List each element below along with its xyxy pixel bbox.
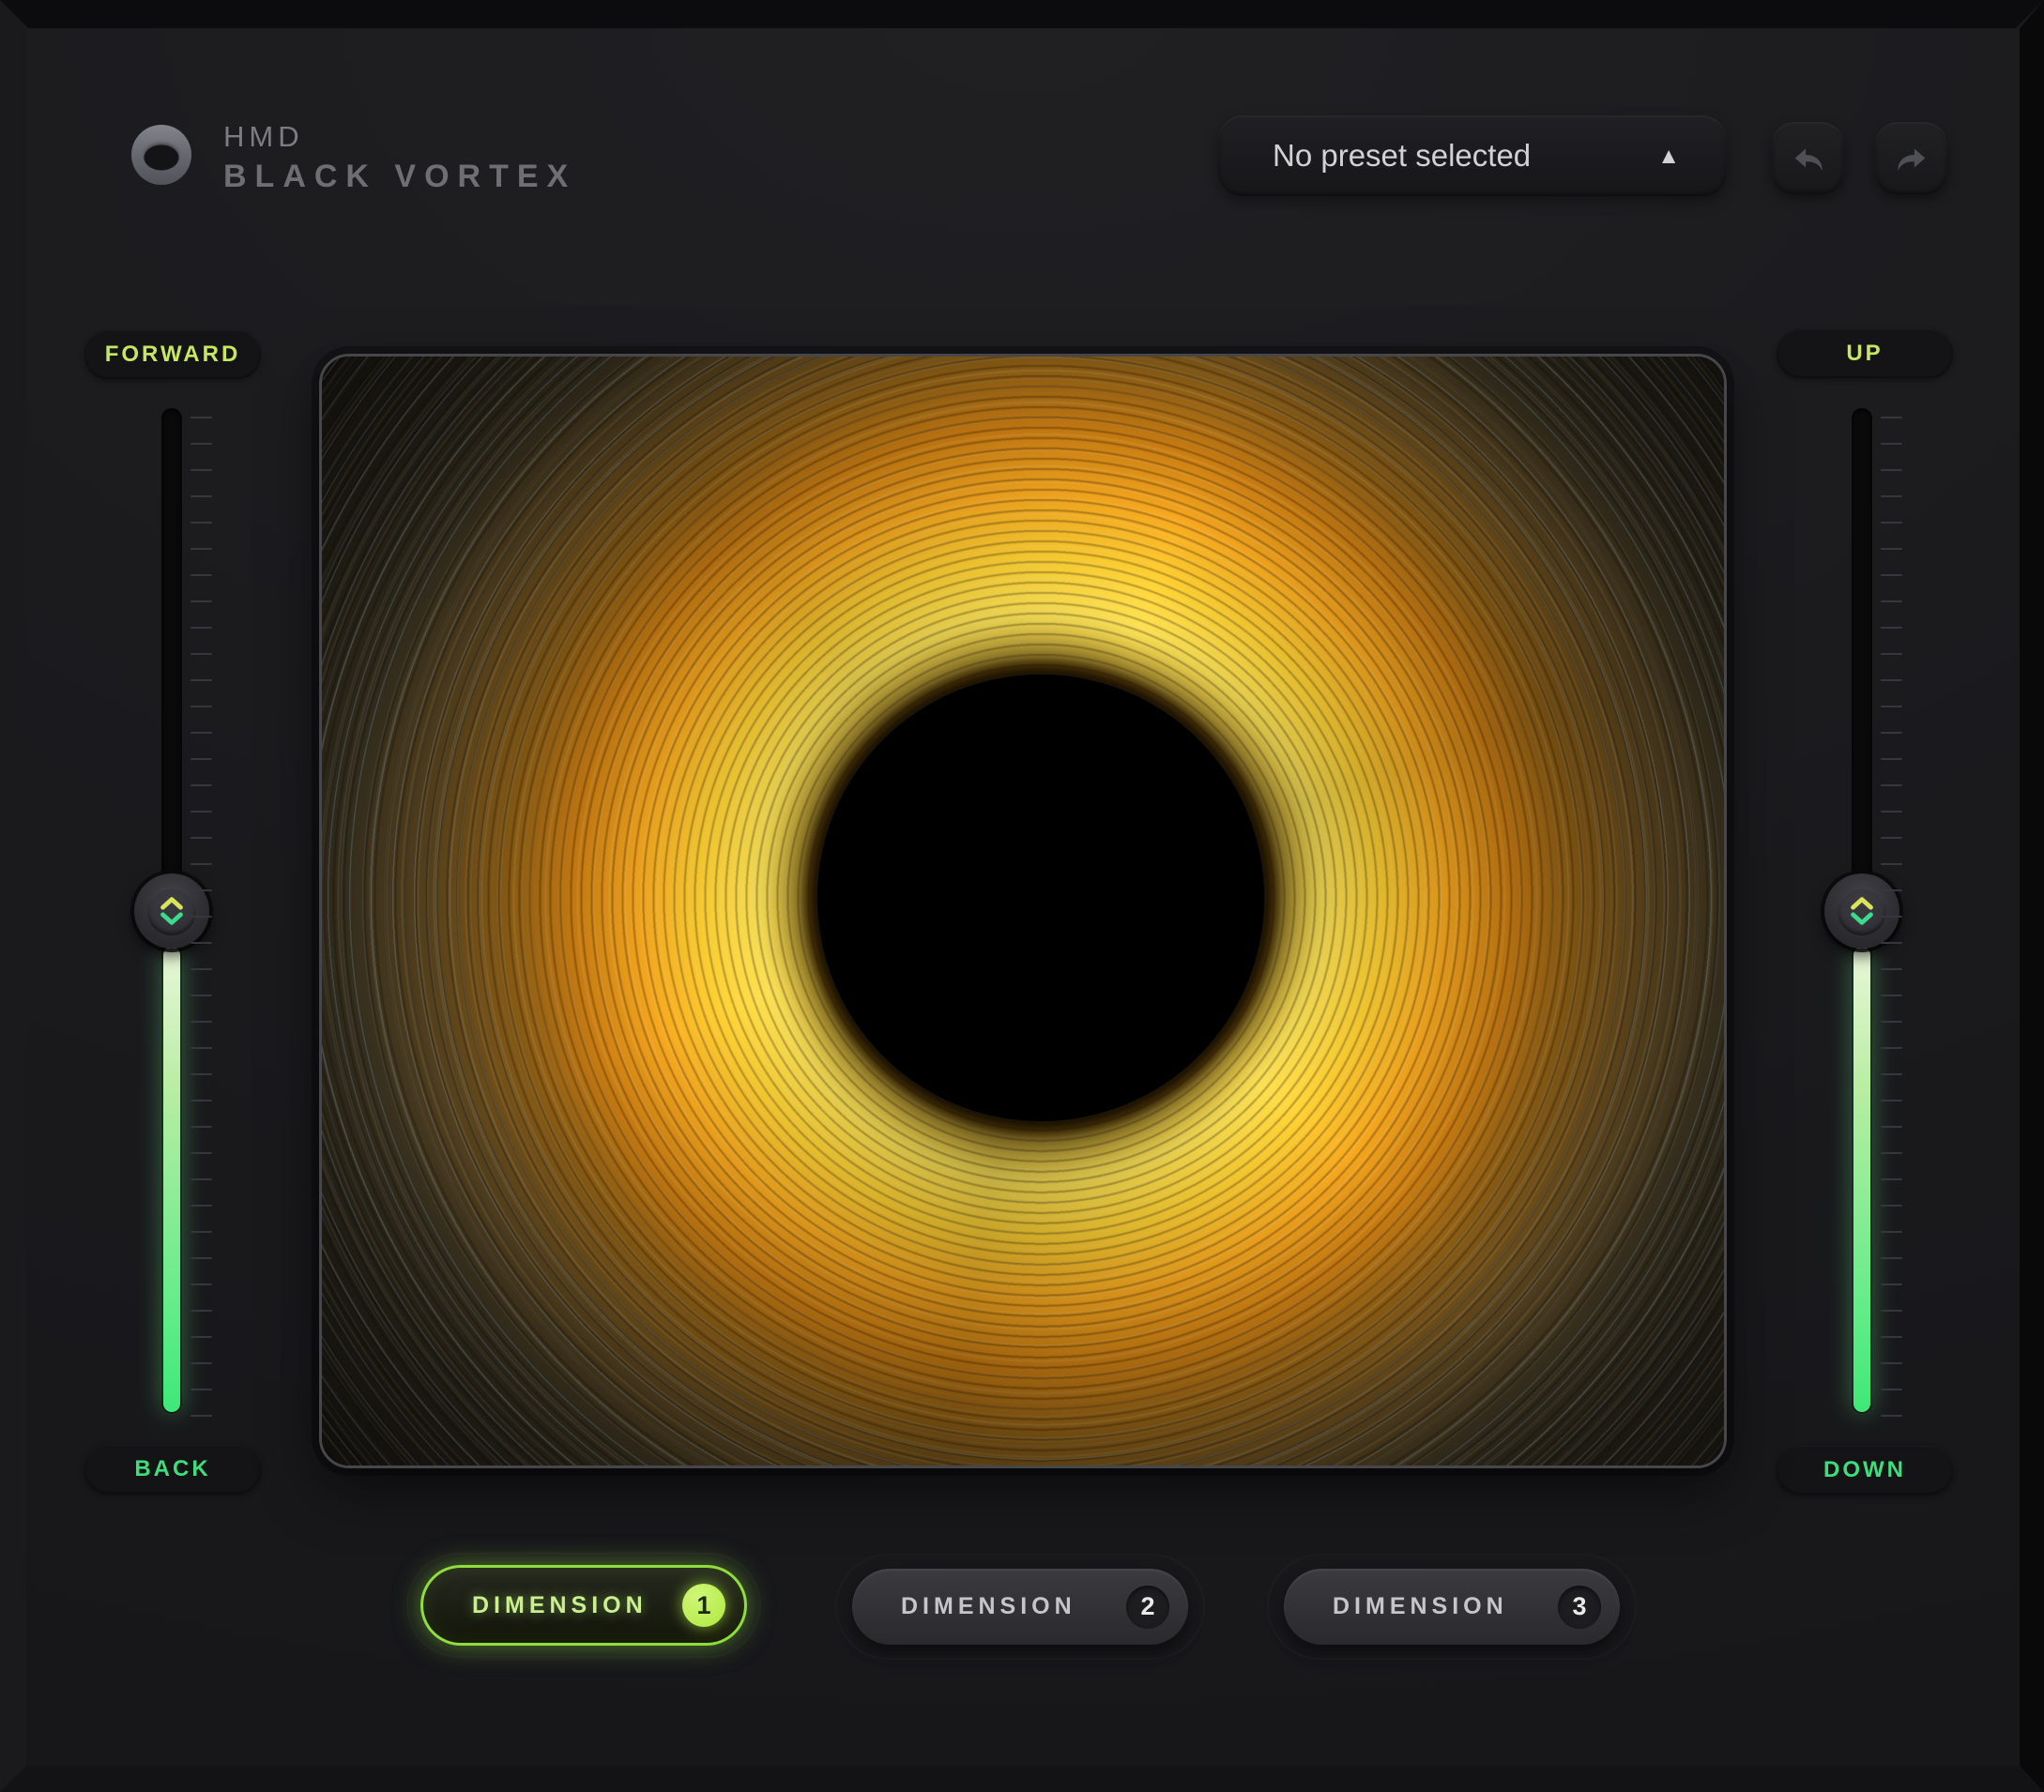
- logo-ring-hole: [145, 144, 179, 170]
- down-label: DOWN: [1777, 1446, 1953, 1495]
- brand-block: HMD BLACK VORTEX: [223, 120, 576, 195]
- dimension-2-badge: 2: [1126, 1586, 1169, 1629]
- undo-button[interactable]: [1772, 122, 1844, 194]
- dimension-3-label: DIMENSION: [1333, 1593, 1508, 1620]
- slider-fill: [1853, 947, 1870, 1412]
- slider-fill: [163, 947, 180, 1412]
- brand-logo-icon: [131, 125, 191, 185]
- plugin-window: HMD BLACK VORTEX No preset selected ▲ FO…: [0, 0, 2044, 1792]
- preset-selector[interactable]: No preset selected ▲: [1218, 115, 1727, 196]
- redo-arrow-icon: [1892, 139, 1931, 178]
- dimension-1-badge: 1: [682, 1584, 725, 1627]
- dimension-2-button[interactable]: DIMENSION 2: [852, 1569, 1188, 1645]
- dimension-2-label: DIMENSION: [901, 1593, 1076, 1620]
- vortex-vignette: [322, 357, 1724, 1465]
- undo-arrow-icon: [1789, 139, 1828, 178]
- black-vortex-visualization: [319, 354, 1727, 1468]
- dimension-1-label: DIMENSION: [472, 1592, 648, 1619]
- thumb-face: [147, 887, 196, 935]
- thumb-face: [1838, 887, 1886, 935]
- up-down-chevrons-icon: [154, 893, 190, 929]
- preset-value: No preset selected: [1273, 138, 1531, 174]
- forward-back-slider-scale: [191, 417, 213, 1417]
- dimension-3-button[interactable]: DIMENSION 3: [1284, 1569, 1620, 1645]
- brand-name: HMD: [223, 120, 576, 154]
- up-down-slider[interactable]: [1852, 408, 1872, 1414]
- dimension-1-button[interactable]: DIMENSION 1: [420, 1565, 747, 1646]
- up-down-chevrons-icon: [1844, 893, 1880, 929]
- up-down-slider-scale: [1881, 417, 1903, 1417]
- forward-back-slider[interactable]: [161, 408, 182, 1414]
- back-label: BACK: [84, 1445, 261, 1494]
- redo-button[interactable]: [1875, 122, 1947, 194]
- preset-dropdown-triangle-icon: ▲: [1657, 144, 1680, 170]
- forward-label: FORWARD: [84, 330, 261, 379]
- product-name: BLACK VORTEX: [223, 159, 576, 195]
- dimension-3-badge: 3: [1558, 1586, 1601, 1629]
- up-label: UP: [1777, 329, 1953, 378]
